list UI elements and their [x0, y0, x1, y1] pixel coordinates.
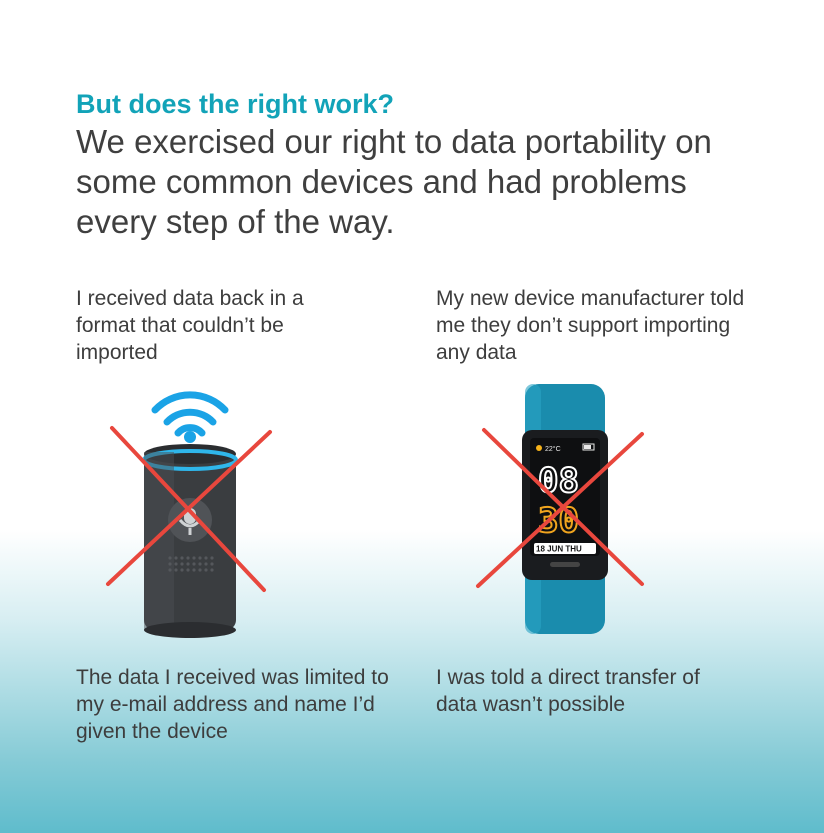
- fitness-band-icon: 22°C 08 30 18 JUN THU: [476, 384, 644, 634]
- section-subtitle: We exercised our right to data portabili…: [76, 123, 712, 240]
- wifi-icon: [151, 391, 229, 443]
- sun-icon: [536, 445, 542, 451]
- section-title: But does the right work?: [76, 89, 395, 119]
- band-button: [550, 562, 580, 567]
- date-readout: 18 JUN THU: [536, 545, 582, 554]
- right-problem-caption: My new device manufacturer told me they …: [436, 287, 745, 364]
- left-result-caption: The data I received was limited to my e-…: [76, 666, 389, 743]
- time-hours: 08: [538, 461, 579, 501]
- right-result-caption: I was told a direct transfer of data was…: [436, 666, 700, 716]
- left-problem-caption: I received data back in a format that co…: [76, 287, 304, 364]
- temperature-readout: 22°C: [545, 445, 561, 453]
- time-minutes: 30: [538, 501, 579, 541]
- smart-speaker-icon: [106, 391, 272, 638]
